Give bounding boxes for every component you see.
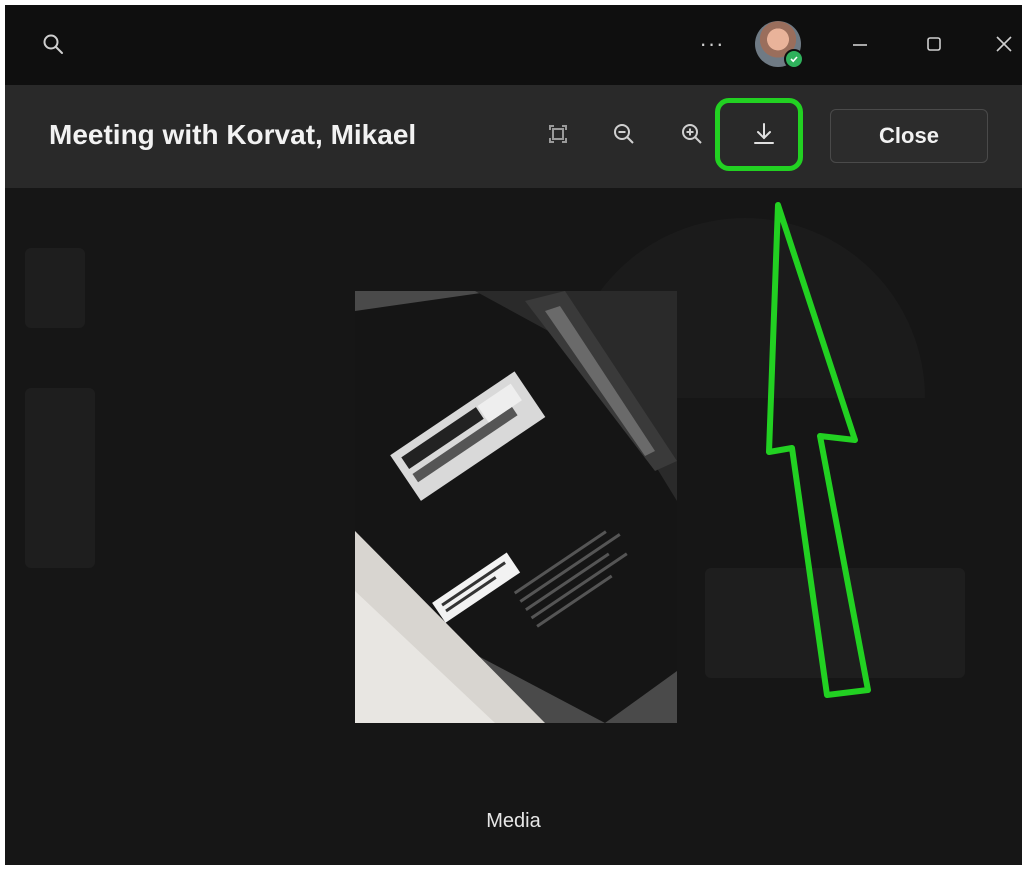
download-highlight-box — [715, 98, 803, 171]
media-viewport: Media — [5, 188, 1022, 865]
zoom-out-icon[interactable] — [605, 115, 643, 153]
fit-to-screen-icon[interactable] — [539, 115, 577, 153]
media-label: Media — [486, 810, 541, 832]
viewer-header: Meeting with Korvat, Mikael Close — [5, 85, 1022, 188]
title-bar: ··· — [5, 5, 1022, 85]
close-button[interactable]: Close — [830, 109, 988, 163]
zoom-in-icon[interactable] — [673, 115, 711, 153]
media-image[interactable] — [355, 291, 677, 723]
background-shape — [25, 248, 85, 328]
maximize-icon[interactable] — [919, 30, 949, 58]
background-shape — [25, 388, 95, 568]
background-shape — [705, 568, 965, 678]
presence-available-icon — [784, 49, 804, 69]
page-title: Meeting with Korvat, Mikael — [49, 119, 417, 150]
search-icon[interactable] — [39, 30, 67, 58]
more-options-button[interactable]: ··· — [695, 30, 729, 58]
close-icon[interactable] — [989, 30, 1019, 58]
avatar[interactable] — [755, 21, 804, 69]
media-viewer-window: ··· Meeting with Korvat, Mikael Close Me… — [5, 5, 1022, 865]
minimize-icon[interactable] — [845, 30, 875, 58]
